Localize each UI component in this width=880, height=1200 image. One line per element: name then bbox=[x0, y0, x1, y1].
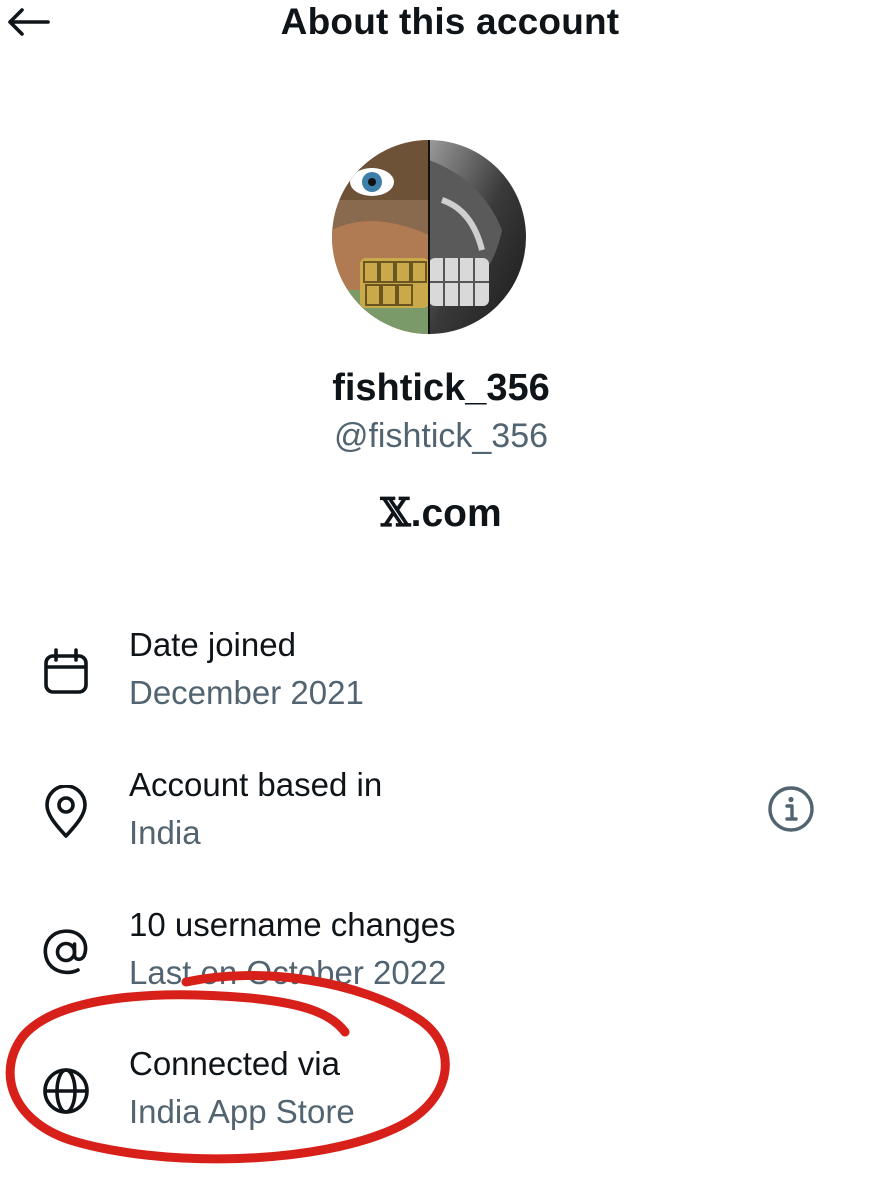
detail-label: 10 username changes bbox=[129, 906, 456, 943]
detail-value: India App Store bbox=[129, 1093, 355, 1130]
detail-row-connected-via: Connected via India App Store bbox=[0, 1041, 880, 1151]
globe-icon bbox=[38, 1063, 94, 1119]
at-sign-icon bbox=[38, 924, 94, 980]
info-button[interactable] bbox=[764, 782, 818, 836]
calendar-icon bbox=[38, 644, 94, 700]
detail-row-date-joined: Date joined December 2021 bbox=[0, 622, 880, 732]
detail-value: India bbox=[129, 814, 201, 851]
info-icon bbox=[768, 786, 814, 832]
display-name: fishtick_356 bbox=[332, 367, 550, 409]
avatar bbox=[332, 140, 526, 334]
detail-label: Connected via bbox=[129, 1045, 340, 1082]
detail-value: December 2021 bbox=[129, 674, 364, 711]
page-title: About this account bbox=[280, 1, 620, 42]
detail-label: Date joined bbox=[129, 626, 296, 663]
verified-site-link[interactable]: 𝕏.com bbox=[0, 488, 880, 539]
detail-value: Last on October 2022 bbox=[129, 954, 447, 991]
detail-row-account-based-in: Account based in India bbox=[0, 762, 880, 872]
detail-row-username-changes: 10 username changes Last on October 2022 bbox=[0, 902, 880, 1012]
detail-label: Account based in bbox=[129, 766, 383, 803]
location-pin-icon bbox=[38, 784, 94, 840]
verified-site-text: .com bbox=[410, 492, 502, 535]
x-logo-mark: 𝕏 bbox=[380, 490, 411, 536]
account-handle: @fishtick_356 bbox=[333, 417, 549, 455]
